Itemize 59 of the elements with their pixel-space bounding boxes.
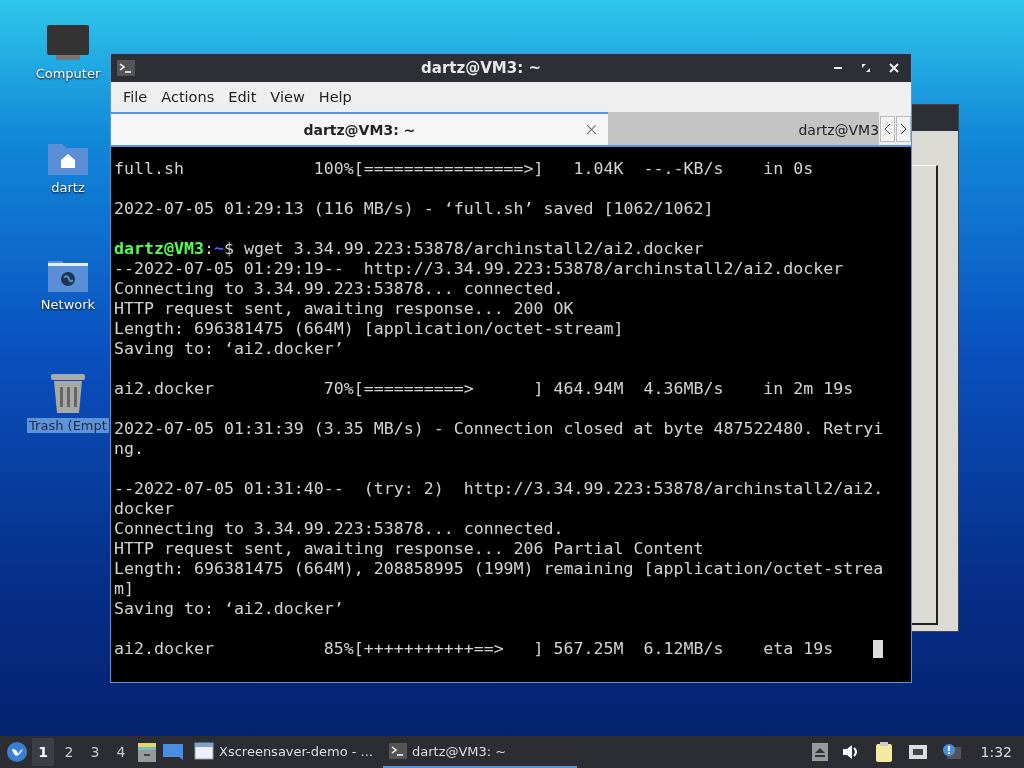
workspace-button[interactable]: 1: [32, 738, 54, 766]
prompt-separator: :: [203, 239, 214, 259]
terminal-line: Connecting to 3.34.99.223:53878... connected.: [114, 279, 564, 299]
eject-icon: [811, 743, 828, 761]
terminal-line: Length: 696381475 (664M) [application/octet-stream]: [114, 319, 624, 339]
terminal-line: --2022-07-05 01:29:19-- http://3.34.99.223:53878/archinstall2/ai2.docker: [114, 259, 844, 279]
terminal-icon: [389, 743, 407, 759]
desktop-icon-label[interactable]: dartz: [49, 180, 87, 195]
menu-item[interactable]: Edit: [221, 87, 264, 107]
chevron-left-icon: [884, 123, 892, 135]
taskbar-task[interactable]: Xscreensaver-demo - ...: [188, 736, 379, 768]
workspace-button[interactable]: 2: [58, 738, 80, 766]
monitor-icon[interactable]: [46, 24, 90, 62]
clipboard-icon: [873, 742, 894, 762]
terminal-line: ng.: [114, 439, 144, 459]
terminal-line: Saving to: ‘ai2.docker’: [114, 339, 344, 359]
alert-icon: [941, 743, 962, 761]
terminal-line: Connecting to 3.34.99.223:53878... connected.: [114, 519, 564, 539]
terminal-line: full.sh 100%[================>] 1.04K --.-KB/s in 0s: [114, 159, 814, 179]
close-icon: [587, 125, 597, 134]
window-title: dartz@VM3: ~: [420, 59, 542, 77]
prompt-user-host: dartz@VM3: [114, 239, 204, 259]
terminal-line: HTTP request sent, awaiting response... 200 OK: [114, 299, 574, 319]
menu-item[interactable]: View: [263, 87, 312, 107]
desktop-icon-label[interactable]: Network: [38, 297, 98, 312]
desktop-icon-label[interactable]: Trash (Empt: [27, 418, 109, 433]
terminal-line: 2022-07-05 01:31:39 (3.35 MB/s) - Connection closed at byte 487522480. Retryi: [114, 419, 884, 439]
maximize-icon: [861, 63, 871, 73]
tab-scroll-right-button[interactable]: [896, 116, 911, 142]
chevron-right-icon: [900, 123, 907, 135]
start-menu-icon[interactable]: [6, 741, 28, 763]
terminal-line: 2022-07-05 01:29:13 (116 MB/s) - ‘full.sh’ saved [1062/1062]: [114, 199, 714, 219]
terminal-line: HTTP request sent, awaiting response... 206 Partial Content: [114, 539, 704, 559]
terminal-line: Saving to: ‘ai2.docker’: [114, 599, 344, 619]
command-text: $ wget 3.34.99.223:53878/archinstall2/ai2.docker: [223, 239, 704, 259]
trash-icon[interactable]: [49, 372, 87, 414]
terminal-line: docker: [114, 499, 174, 519]
menu-item[interactable]: Help: [311, 87, 359, 107]
terminal-line: ai2.docker 85%[+++++++++++==> ] 567.25M 6.12MB/s eta 19s: [114, 639, 835, 659]
tab-scroll-left-button[interactable]: [880, 116, 896, 142]
terminal-icon: [117, 60, 135, 76]
terminal-tab[interactable]: dartz@VM3: ~: [111, 112, 608, 145]
terminal-tab[interactable]: dartz@VM3: [607, 112, 880, 145]
prompt-path: ~: [213, 239, 224, 259]
terminal-line: --2022-07-05 01:31:40-- (try: 2) http://3.34.99.223:53878/archinstall2/ai2.: [114, 479, 884, 499]
ethernet-port-icon: [907, 743, 928, 761]
window-icon: [194, 742, 214, 760]
terminal-line: Length: 696381475 (664M), 208858995 (199M) remaining [application/octet-strea: [114, 559, 884, 579]
menu-item[interactable]: Actions: [154, 87, 222, 107]
terminal-line: ai2.docker 70%[==========> ] 464.94M 4.36MB/s in 2m 19s: [114, 379, 854, 399]
file-cabinet-icon[interactable]: [136, 741, 158, 763]
menu-item[interactable]: File: [116, 87, 155, 107]
clock: 1:32: [980, 744, 1012, 760]
workspace-button[interactable]: 3: [84, 738, 106, 766]
speaker-icon: [841, 744, 860, 760]
taskbar-task[interactable]: dartz@VM3: ~: [383, 736, 577, 768]
close-icon: [889, 63, 899, 73]
terminal-line: m]: [114, 579, 134, 599]
workspace-button[interactable]: 4: [110, 738, 132, 766]
